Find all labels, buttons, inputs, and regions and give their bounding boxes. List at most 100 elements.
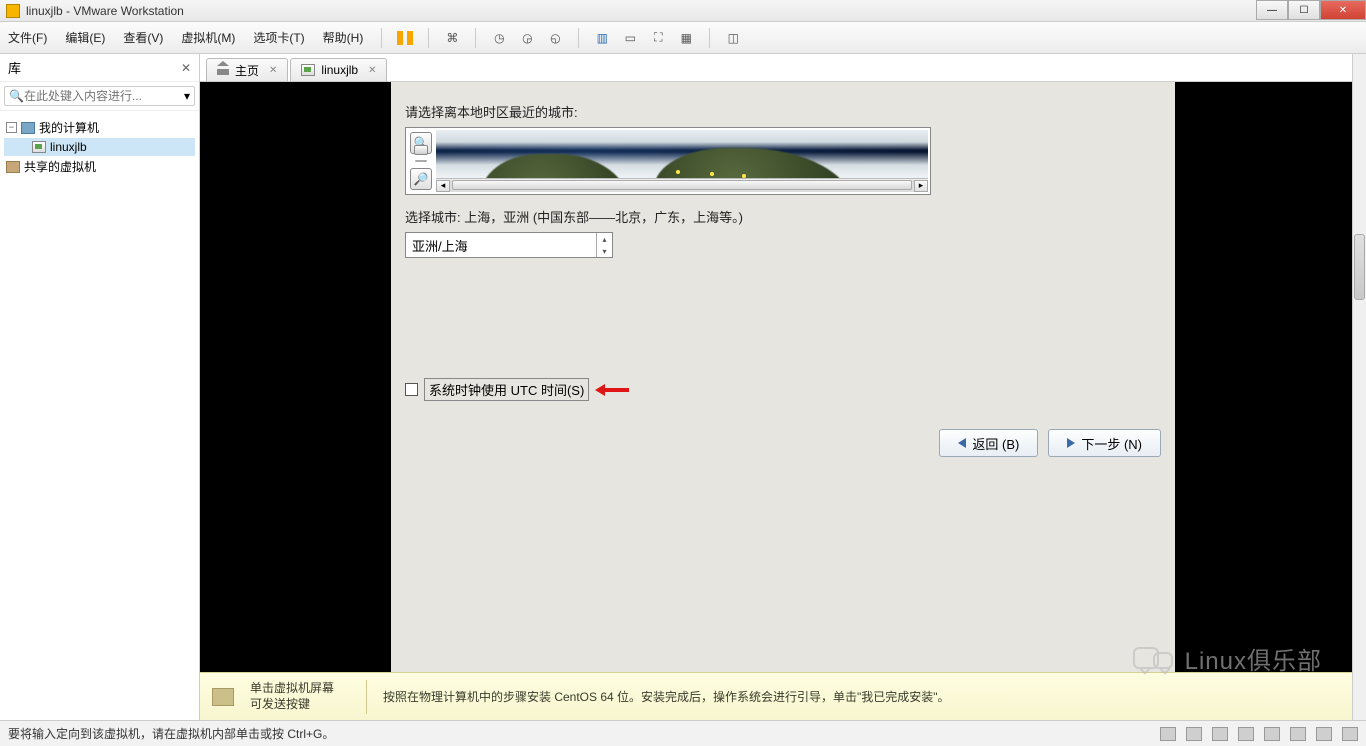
hint-col1-line1: 单击虚拟机屏幕 (250, 681, 350, 697)
statusbar: 要将输入定向到该虚拟机，请在虚拟机内部单击或按 Ctrl+G。 (0, 720, 1366, 746)
hint-col1-line2: 可发送按键 (250, 697, 350, 713)
device-usb-icon[interactable] (1264, 727, 1280, 741)
sidebar-title: 库 (8, 58, 21, 77)
menu-file[interactable]: 文件(F) (4, 27, 51, 48)
scroll-left-button[interactable]: ◂ (436, 180, 450, 192)
back-button[interactable]: 返回 (B) (939, 429, 1038, 457)
status-device-icons (1160, 727, 1358, 741)
hint-icon (212, 688, 234, 706)
home-icon (217, 65, 229, 75)
menu-tabs[interactable]: 选项卡(T) (249, 27, 308, 48)
scroll-right-button[interactable]: ▸ (914, 180, 928, 192)
computer-icon (21, 122, 35, 134)
vm-console[interactable]: 请选择离本地时区最近的城市: 🔍 🔎 (200, 82, 1366, 672)
map-horizontal-scrollbar[interactable]: ◂ ▸ (436, 178, 928, 192)
menu-help[interactable]: 帮助(H) (319, 27, 368, 48)
zoom-slider-thumb[interactable] (414, 145, 428, 155)
device-sound-icon[interactable] (1290, 727, 1306, 741)
tabstrip: 主页 ✕ linuxjlb ✕ (200, 54, 1366, 82)
selected-city-line: 选择城市: 上海，亚洲 (中国东部——北京，广东，上海等。) (405, 207, 1161, 226)
zoom-slider[interactable] (415, 160, 427, 162)
combo-spinner[interactable]: ▴▾ (596, 233, 612, 257)
separator (366, 680, 367, 714)
menu-vm[interactable]: 虚拟机(M) (177, 27, 239, 48)
city-line-value: 上海，亚洲 (中国东部——北京，广东，上海等。) (464, 210, 743, 225)
zoom-out-icon: 🔎 (414, 172, 429, 186)
tab-close-icon[interactable]: ✕ (368, 65, 376, 76)
tree-label: linuxjlb (50, 140, 87, 154)
content-area: 主页 ✕ linuxjlb ✕ 请选择离本地时区最近的城市: 🔍 🔎 (200, 54, 1366, 720)
zoom-out-button[interactable]: 🔎 (410, 168, 432, 190)
device-floppy-icon[interactable] (1160, 727, 1176, 741)
device-hdd-icon[interactable] (1212, 727, 1228, 741)
city-line-label: 选择城市: (405, 210, 464, 225)
tab-label: linuxjlb (321, 63, 358, 77)
separator (578, 28, 579, 48)
snapshot-revert-button[interactable]: ◶ (518, 29, 536, 47)
annotation-arrow-icon (603, 384, 639, 396)
library-sidebar: 库 ✕ 🔍 ▾ − 我的计算机 linuxjlb 共享的虚拟机 (0, 54, 200, 720)
fullscreen-button[interactable]: ⛶ (649, 29, 667, 47)
installer-timezone-page: 请选择离本地时区最近的城市: 🔍 🔎 (391, 82, 1175, 672)
tree-label: 共享的虚拟机 (24, 158, 96, 175)
hint-bar: 单击虚拟机屏幕 可发送按键 按照在物理计算机中的步骤安装 CentOS 64 位… (200, 672, 1366, 720)
timezone-prompt: 请选择离本地时区最近的城市: (405, 102, 1161, 121)
close-button[interactable]: ✕ (1320, 0, 1366, 20)
separator (475, 28, 476, 48)
minimize-button[interactable]: — (1256, 0, 1288, 20)
tree-label: 我的计算机 (39, 119, 99, 136)
library-toggle-button[interactable]: ◫ (724, 29, 742, 47)
device-printer-icon[interactable] (1316, 727, 1332, 741)
maximize-button[interactable]: ☐ (1288, 0, 1320, 20)
arrow-right-icon (1067, 438, 1075, 448)
send-ctrl-alt-del-button[interactable]: ⌘ (443, 29, 461, 47)
utc-checkbox-label[interactable]: 系统时钟使用 UTC 时间(S) (424, 378, 589, 401)
scrollbar-thumb[interactable] (1354, 234, 1365, 300)
next-button-label: 下一步 (N) (1081, 434, 1142, 453)
window-vertical-scrollbar[interactable] (1352, 54, 1366, 720)
window-titlebar: linuxjlb - VMware Workstation — ☐ ✕ (0, 0, 1366, 22)
timezone-combo[interactable]: 亚洲/上海 ▴▾ (405, 232, 613, 258)
tab-home[interactable]: 主页 ✕ (206, 58, 288, 81)
collapse-toggle-icon[interactable]: − (6, 122, 17, 133)
snapshot-manager-button[interactable]: ◵ (546, 29, 564, 47)
shared-icon (6, 161, 20, 173)
menubar: 文件(F) 编辑(E) 查看(V) 虚拟机(M) 选项卡(T) 帮助(H) ⌘ … (0, 22, 1366, 54)
device-display-icon[interactable] (1342, 727, 1358, 741)
vm-icon (301, 64, 315, 76)
sidebar-close-button[interactable]: ✕ (181, 61, 191, 75)
snapshot-button[interactable]: ◷ (490, 29, 508, 47)
hint-message: 按照在物理计算机中的步骤安装 CentOS 64 位。安装完成后，操作系统会进行… (383, 688, 950, 705)
utc-checkbox[interactable] (405, 383, 418, 396)
stretch-button[interactable]: ▦ (677, 29, 695, 47)
tree-root-my-computer[interactable]: − 我的计算机 (4, 117, 195, 138)
unity-button[interactable]: ▭ (621, 29, 639, 47)
power-toggle-button[interactable] (396, 29, 414, 47)
tree-shared-vms[interactable]: 共享的虚拟机 (4, 156, 195, 177)
device-cd-icon[interactable] (1186, 727, 1202, 741)
separator (428, 28, 429, 48)
chevron-down-icon: ▾ (597, 245, 612, 257)
menu-view[interactable]: 查看(V) (119, 27, 167, 48)
back-button-label: 返回 (B) (972, 434, 1019, 453)
search-box[interactable]: 🔍 ▾ (4, 86, 195, 106)
arrow-left-icon (958, 438, 966, 448)
tree-item-linuxjlb[interactable]: linuxjlb (4, 138, 195, 156)
separator (381, 28, 382, 48)
console-view-button[interactable]: ▥ (593, 29, 611, 47)
tab-close-icon[interactable]: ✕ (269, 65, 277, 76)
timezone-combo-value: 亚洲/上海 (406, 236, 596, 255)
world-map[interactable]: 上海 戴维斯，南极洲 (436, 130, 928, 178)
search-input[interactable] (24, 89, 184, 103)
status-text: 要将输入定向到该虚拟机，请在虚拟机内部单击或按 Ctrl+G。 (8, 725, 334, 742)
toolbar: ⌘ ◷ ◶ ◵ ▥ ▭ ⛶ ▦ ◫ (396, 28, 742, 48)
search-icon: 🔍 (9, 89, 24, 103)
next-button[interactable]: 下一步 (N) (1048, 429, 1161, 457)
scrollbar-thumb[interactable] (452, 180, 912, 190)
timezone-map-frame: 🔍 🔎 (405, 127, 931, 195)
tab-linuxjlb[interactable]: linuxjlb ✕ (290, 58, 387, 81)
dropdown-icon[interactable]: ▾ (184, 89, 190, 103)
window-title: linuxjlb - VMware Workstation (26, 4, 184, 18)
device-network-icon[interactable] (1238, 727, 1254, 741)
menu-edit[interactable]: 编辑(E) (61, 27, 109, 48)
